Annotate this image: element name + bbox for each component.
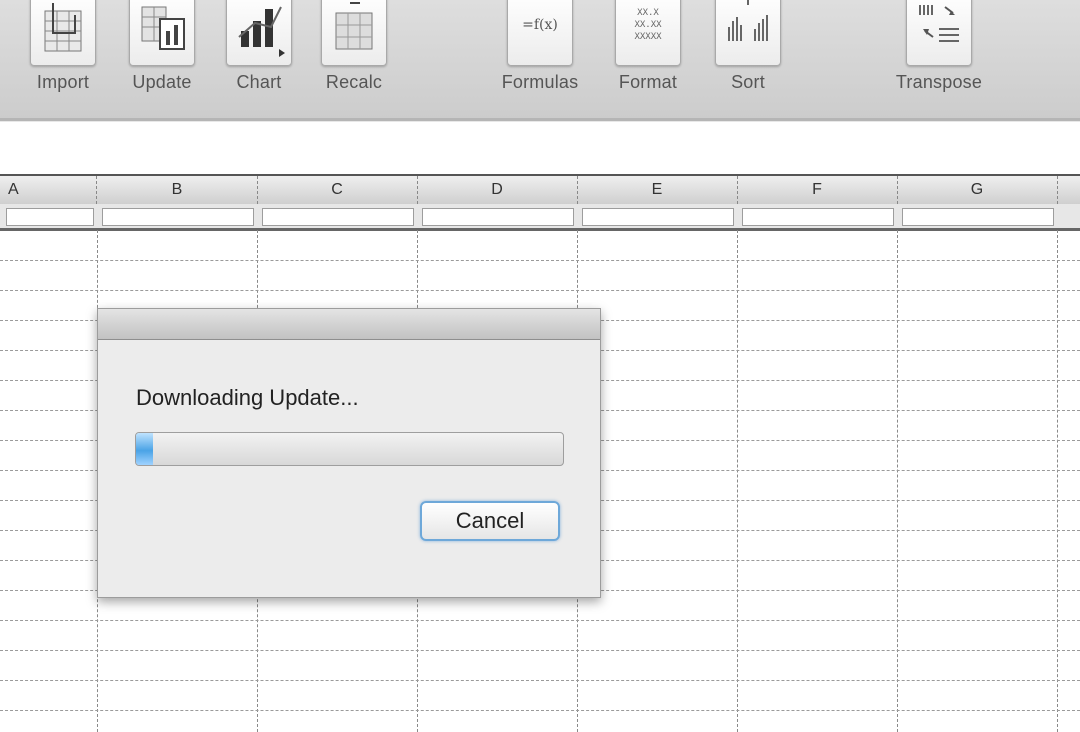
chart-icon <box>226 0 292 66</box>
filter-cell-b[interactable] <box>102 208 254 226</box>
grid-column-line <box>737 230 738 732</box>
column-header-f[interactable]: F <box>737 176 898 204</box>
grid-row-line <box>0 680 1080 681</box>
format-icon: XX.X XX.XX XXXXX <box>615 0 681 66</box>
column-header-d[interactable]: D <box>417 176 578 204</box>
grid-row-line <box>0 620 1080 621</box>
update-icon <box>129 0 195 66</box>
grid-row-line <box>0 290 1080 291</box>
sort-button[interactable]: Sort <box>708 0 788 130</box>
transpose-label: Transpose <box>895 72 983 92</box>
recalc-button[interactable]: Recalc <box>314 0 394 130</box>
column-header-b[interactable]: B <box>97 176 258 204</box>
column-header-c[interactable]: C <box>257 176 418 204</box>
toolbar: Import Update Chart Recalc =f(x) Formula… <box>0 0 1080 141</box>
column-header-e[interactable]: E <box>577 176 738 204</box>
recalc-label: Recalc <box>325 72 383 92</box>
column-header-a[interactable]: A <box>0 176 97 204</box>
grid-row-line <box>0 260 1080 261</box>
transpose-icon <box>906 0 972 66</box>
formulas-icon-text: =f(x) <box>522 17 558 33</box>
chart-button[interactable]: Chart <box>219 0 299 130</box>
column-header-g[interactable]: G <box>897 176 1058 204</box>
filter-row <box>0 204 1080 231</box>
column-header-row: A B C D E F G <box>0 174 1080 205</box>
update-button[interactable]: Update <box>122 0 202 130</box>
formulas-button[interactable]: =f(x) Formulas <box>500 0 580 130</box>
download-progress-bar <box>135 432 564 466</box>
sort-icon <box>715 0 781 66</box>
filter-cell-g[interactable] <box>902 208 1054 226</box>
grid-row-line <box>0 650 1080 651</box>
filter-cell-e[interactable] <box>582 208 734 226</box>
formulas-label: Formulas <box>501 72 579 92</box>
format-icon-text: XX.X XX.XX XXXXX <box>634 8 662 42</box>
progress-fill <box>136 433 154 465</box>
dialog-title-bar[interactable] <box>98 309 600 340</box>
download-update-dialog: Downloading Update... Cancel <box>97 308 601 598</box>
sort-label: Sort <box>731 72 765 92</box>
filter-cell-d[interactable] <box>422 208 574 226</box>
grid-column-line <box>897 230 898 732</box>
format-button[interactable]: XX.X XX.XX XXXXX Format <box>608 0 688 130</box>
dialog-message: Downloading Update... <box>136 385 359 410</box>
formulas-icon: =f(x) <box>507 0 573 66</box>
formula-bar[interactable] <box>0 122 1080 165</box>
cancel-button[interactable]: Cancel <box>420 501 560 541</box>
import-icon <box>30 0 96 66</box>
grid-row-line <box>0 710 1080 711</box>
recalc-icon <box>321 0 387 66</box>
grid-column-line <box>1057 230 1058 732</box>
filter-cell-a[interactable] <box>6 208 94 226</box>
filter-cell-f[interactable] <box>742 208 894 226</box>
filter-cell-c[interactable] <box>262 208 414 226</box>
import-button[interactable]: Import <box>23 0 103 130</box>
transpose-button[interactable]: Transpose <box>896 0 982 130</box>
